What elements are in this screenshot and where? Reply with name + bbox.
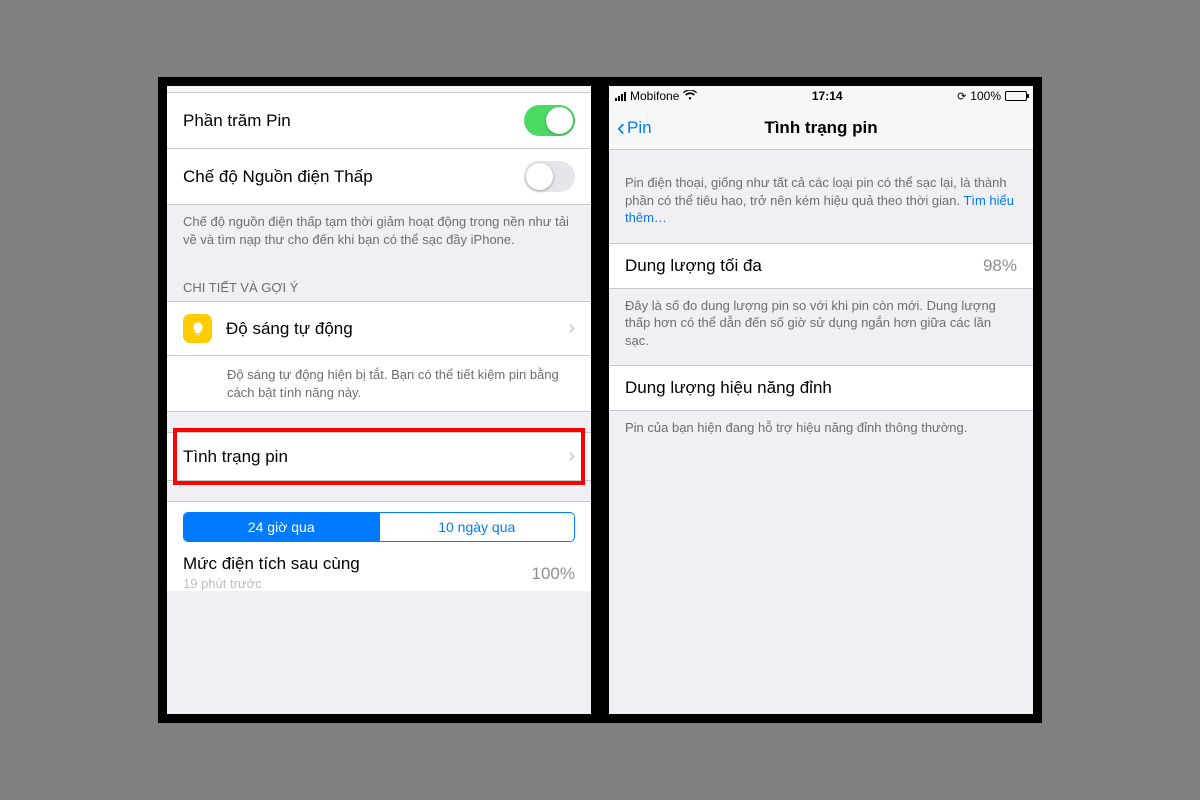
row-auto-brightness[interactable]: Độ sáng tự động › [167,301,591,356]
rotation-lock-icon: ⟳ [957,90,966,103]
toggle-low-power-mode[interactable] [524,161,575,192]
last-charge-level: Mức điện tích sau cùng 19 phút trước 100… [167,546,591,591]
last-charge-subtitle: 19 phút trước [183,576,532,591]
last-charge-title: Mức điện tích sau cùng [183,554,532,574]
screenshot-composite: Phần trăm Pin Chế độ Nguồn điện Thấp Chế… [158,77,1042,723]
phone-left: Phần trăm Pin Chế độ Nguồn điện Thấp Chế… [158,77,600,723]
row-label: Dung lượng hiệu năng đỉnh [625,378,1017,398]
carrier-label: Mobifone [630,89,679,103]
row-label: Dung lượng tối đa [625,256,983,276]
intro-text: Pin điện thoại, giống như tất cả các loạ… [609,150,1033,243]
row-label: Tình trạng pin [183,447,560,467]
row-label: Phần trăm Pin [183,111,524,131]
page-title: Tình trạng pin [609,118,1033,138]
toggle-battery-percentage[interactable] [524,105,575,136]
navbar: ‹ Pin Tình trạng pin [609,106,1033,150]
bulb-icon [183,314,212,343]
chevron-right-icon: › [568,317,575,340]
low-power-footer: Chế độ nguồn điện thấp tạm thời giảm hoạ… [167,205,591,264]
segmented-control[interactable]: 24 giờ qua 10 ngày qua [183,512,575,542]
row-peak-performance: Dung lượng hiệu năng đỉnh [609,365,1033,411]
row-label: Chế độ Nguồn điện Thấp [183,167,524,187]
row-battery-health-wrap: Tình trạng pin › [167,432,591,481]
row-max-capacity: Dung lượng tối đa 98% [609,243,1033,289]
row-battery-percentage[interactable]: Phần trăm Pin [167,92,591,149]
peak-performance-footer: Pin của bạn hiện đang hỗ trợ hiệu năng đ… [609,411,1033,453]
battery-icon [1005,91,1027,101]
insights-header: CHI TIẾT VÀ GỢI Ý [167,264,591,301]
max-capacity-footer: Đây là số đo dung lượng pin so với khi p… [609,289,1033,366]
status-bar: Mobifone 17:14 ⟳ 100% [609,86,1033,106]
row-low-power-mode[interactable]: Chế độ Nguồn điện Thấp [167,149,591,205]
row-battery-health[interactable]: Tình trạng pin › [167,432,591,481]
chevron-right-icon: › [568,445,575,468]
phone-right: Mobifone 17:14 ⟳ 100% ‹ Pin Tình trạng p… [600,77,1042,723]
segment-10d[interactable]: 10 ngày qua [379,513,575,541]
usage-segment-bar: 24 giờ qua 10 ngày qua [167,501,591,546]
auto-brightness-subtext: Độ sáng tự động hiện bị tắt. Bạn có thể … [167,356,591,412]
max-capacity-value: 98% [983,256,1017,276]
clock: 17:14 [697,89,957,103]
last-charge-value: 100% [532,554,575,584]
segment-24h[interactable]: 24 giờ qua [184,513,379,541]
row-label: Độ sáng tự động [226,319,560,339]
battery-percent-text: 100% [970,89,1001,103]
signal-icon [615,92,626,101]
wifi-icon [683,89,697,103]
